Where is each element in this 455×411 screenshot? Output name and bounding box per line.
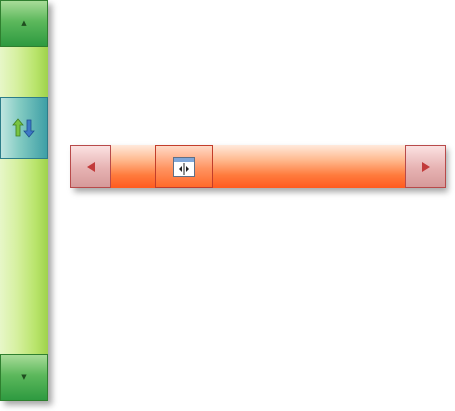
scroll-down-button[interactable]: ▼ bbox=[0, 354, 48, 401]
split-arrows bbox=[179, 162, 189, 175]
chevron-right-icon bbox=[421, 161, 430, 172]
chevron-left-icon bbox=[86, 161, 95, 172]
horizontal-scrollbar[interactable] bbox=[70, 145, 446, 188]
chevron-up-icon: ▲ bbox=[21, 19, 27, 27]
scroll-left-button[interactable] bbox=[70, 145, 111, 188]
scrollbar-demo-canvas: ▲ ▼ bbox=[0, 0, 455, 411]
vertical-scrollbar[interactable]: ▲ ▼ bbox=[0, 0, 48, 401]
split-panes-icon bbox=[173, 156, 195, 177]
chevron-down-icon: ▼ bbox=[21, 373, 27, 381]
up-down-arrows-icon bbox=[12, 118, 35, 138]
horizontal-scroll-thumb[interactable] bbox=[155, 145, 213, 188]
vertical-scroll-thumb[interactable] bbox=[0, 97, 48, 159]
scroll-right-button[interactable] bbox=[405, 145, 446, 188]
scroll-up-button[interactable]: ▲ bbox=[0, 0, 48, 47]
